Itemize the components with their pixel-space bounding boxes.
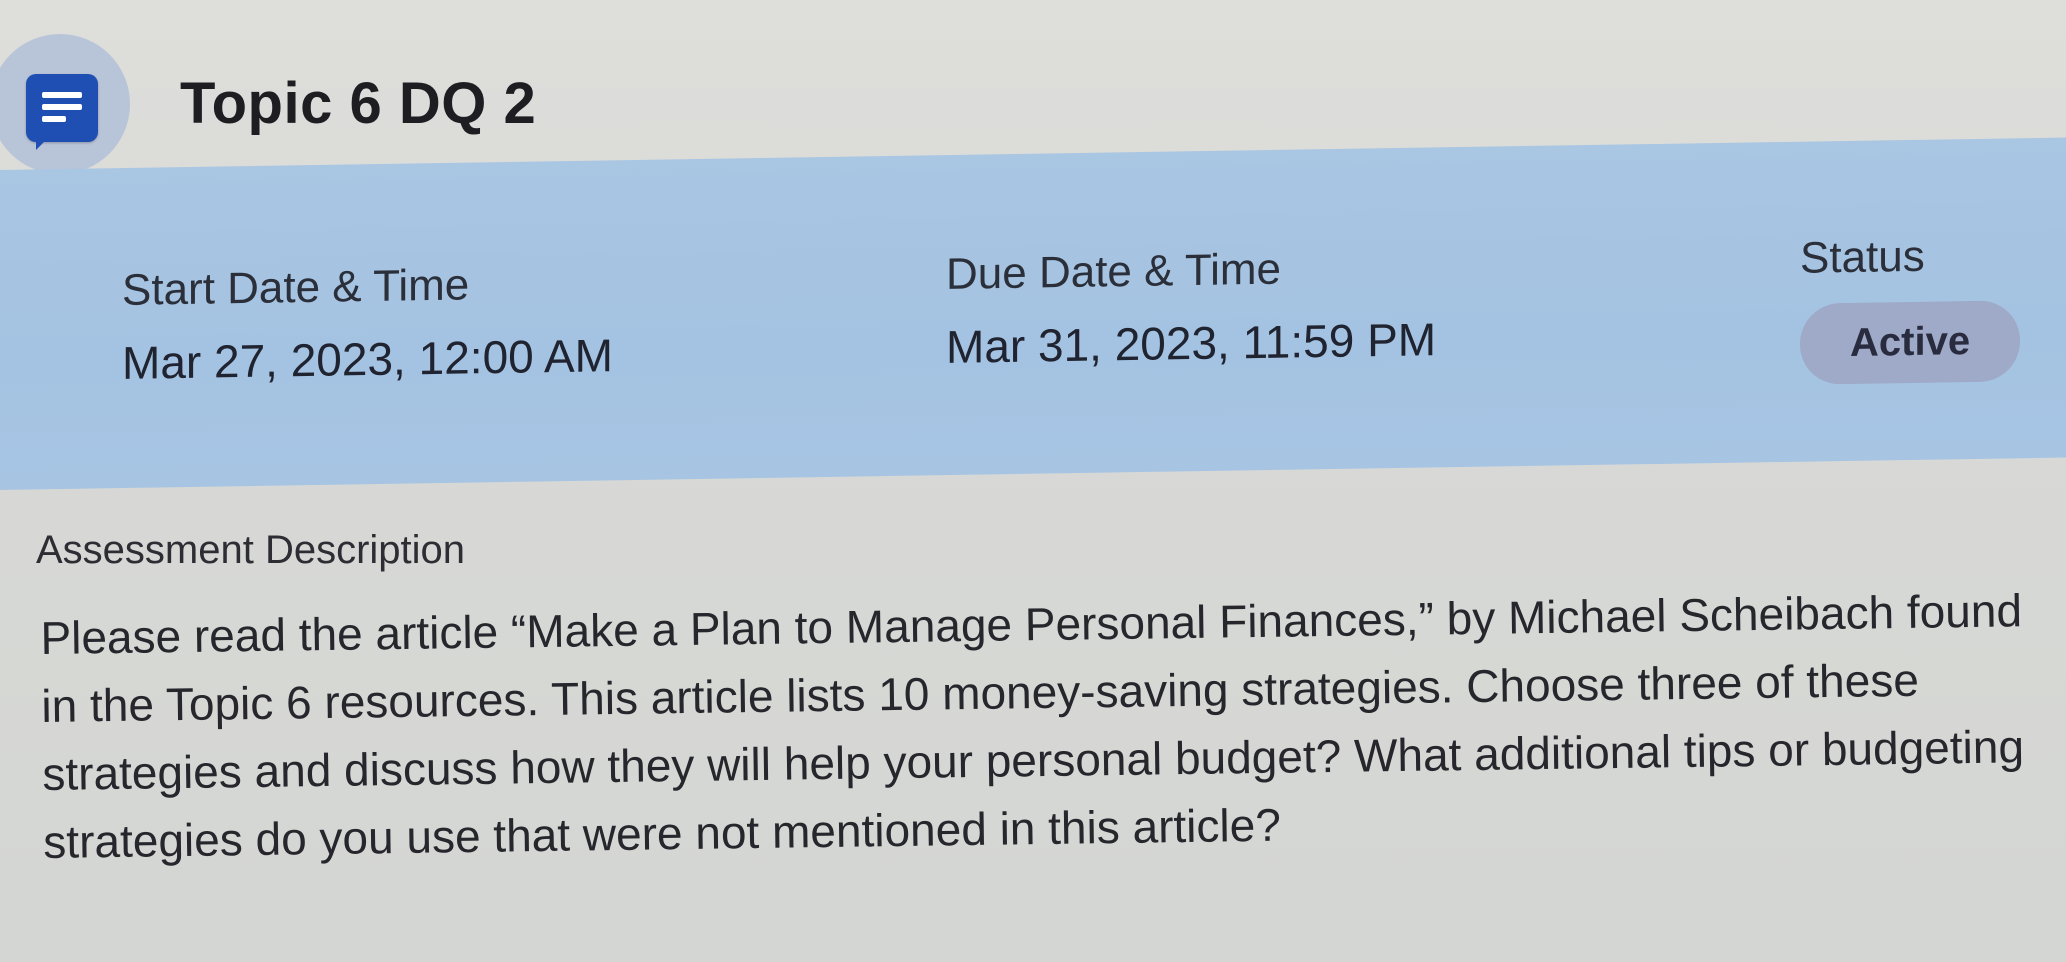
discussion-icon xyxy=(26,74,98,150)
start-date-value: Mar 27, 2023, 12:00 AM xyxy=(122,329,613,389)
description-heading: Assessment Description xyxy=(36,528,466,572)
due-date-label: Due Date & Time xyxy=(946,244,1282,299)
start-date-section: Start Date & Time Mar 27, 2023, 12:00 AM xyxy=(122,258,613,390)
start-date-label: Start Date & Time xyxy=(122,260,470,315)
due-date-value: Mar 31, 2023, 11:59 PM xyxy=(946,313,1437,373)
assessment-page: Topic 6 DQ 2 Start Date & Time Mar 27, 2… xyxy=(0,0,2066,962)
status-badge: Active xyxy=(1800,300,2021,385)
status-section: Status Active xyxy=(1800,230,2021,385)
description-body: Please read the article “Make a Plan to … xyxy=(40,584,2025,868)
page-title: Topic 6 DQ 2 xyxy=(180,71,537,136)
status-label: Status xyxy=(1800,231,1925,283)
due-date-section: Due Date & Time Mar 31, 2023, 11:59 PM xyxy=(946,242,1436,374)
